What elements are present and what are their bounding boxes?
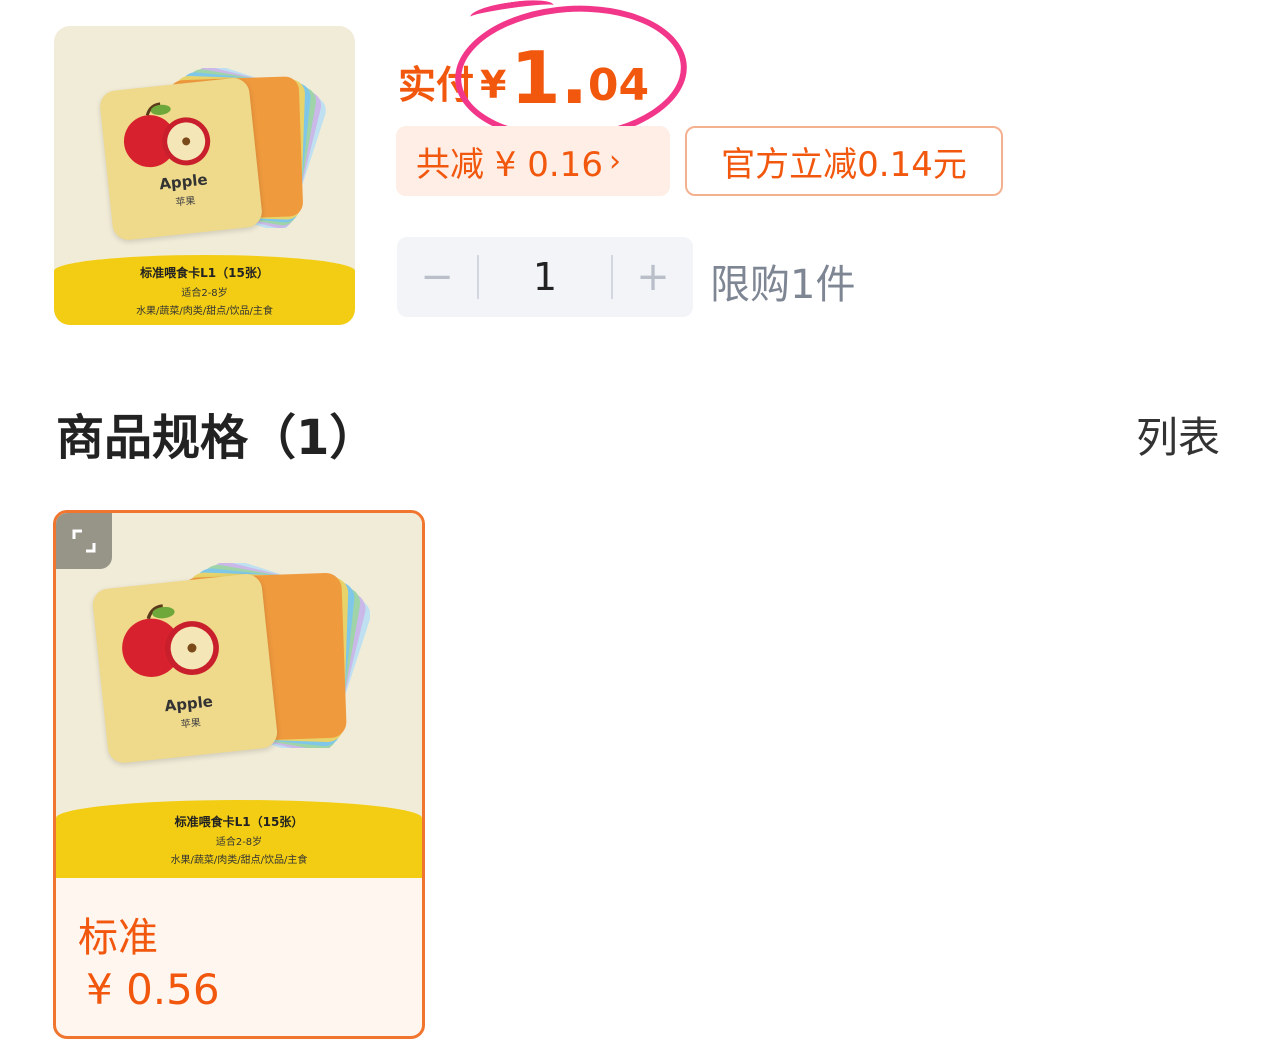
chevron-right-icon: › [608, 143, 621, 179]
apple-icon [122, 604, 219, 677]
decrement-button[interactable]: − [397, 237, 477, 317]
plus-icon: + [636, 254, 670, 300]
apple-icon [123, 102, 211, 168]
list-view-toggle[interactable]: 列表 [1136, 404, 1220, 465]
card-stack-illustration: Apple 苹果 [91, 563, 400, 803]
price-row: 实付 ¥ 1. 04 [398, 24, 649, 114]
card-translation: 苹果 [175, 195, 197, 209]
band-categories: 水果/蔬菜/肉类/甜点/饮品/主食 [170, 854, 308, 866]
product-band: 标准喂食卡L1（15张） 适合2-8岁 水果/蔬菜/肉类/甜点/饮品/主食 [56, 800, 422, 878]
total-discount-label: 共减 ¥ 0.16 [416, 144, 603, 185]
price-currency: ¥ [480, 63, 507, 107]
purchase-limit: 限购1件 [710, 262, 856, 308]
increment-button[interactable]: + [613, 237, 693, 317]
product-band: 标准喂食卡L1（15张） 适合2-8岁 水果/蔬菜/肉类/甜点/饮品/主食 [54, 255, 355, 325]
band-age: 适合2-8岁 [181, 287, 228, 299]
official-discount-label: 官方立减0.14元 [721, 144, 967, 185]
card-stack-illustration: Apple 苹果 [98, 68, 336, 268]
band-title: 标准喂食卡L1（15张） [140, 265, 269, 280]
expand-icon[interactable] [56, 513, 112, 569]
price-highlight-stroke [469, 0, 555, 26]
card-word: Apple [158, 170, 209, 194]
band-age: 适合2-8岁 [215, 836, 263, 848]
price-label: 实付 [398, 63, 475, 107]
spec-image: Apple 苹果 标准喂食卡L1（15张） 适合2-8岁 水果/蔬菜/肉类/甜点… [56, 513, 422, 878]
spec-option-card[interactable]: Apple 苹果 标准喂食卡L1（15张） 适合2-8岁 水果/蔬菜/肉类/甜点… [53, 510, 425, 1039]
band-categories: 水果/蔬菜/肉类/甜点/饮品/主食 [136, 305, 273, 317]
price-integer: 1. [510, 36, 588, 120]
quantity-value[interactable]: 1 [479, 255, 611, 299]
front-flash-card: Apple 苹果 [91, 572, 279, 765]
card-translation: 苹果 [180, 717, 202, 731]
quantity-stepper: − 1 + [397, 237, 693, 317]
section-title: 商品规格（1） [56, 410, 378, 466]
spec-price: ¥ 0.56 [86, 965, 220, 1014]
card-word: Apple [163, 692, 214, 716]
expand-glyph [72, 529, 96, 553]
front-flash-card: Apple 苹果 [98, 76, 264, 242]
spec-name: 标准 [78, 915, 158, 961]
minus-icon: − [420, 254, 454, 300]
product-thumbnail[interactable]: Apple 苹果 标准喂食卡L1（15张） 适合2-8岁 水果/蔬菜/肉类/甜点… [54, 26, 355, 325]
total-discount-button[interactable]: 共减 ¥ 0.16 › [396, 126, 670, 196]
band-title: 标准喂食卡L1（15张） [174, 814, 304, 829]
price-decimal: 04 [587, 60, 650, 111]
official-discount-badge: 官方立减0.14元 [685, 126, 1003, 196]
